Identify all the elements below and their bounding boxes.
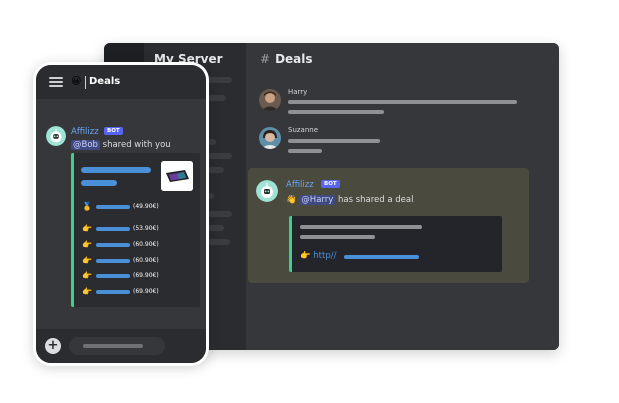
deal-embed: 👉 http// — [289, 216, 502, 272]
hamburger-menu-icon[interactable] — [49, 77, 63, 87]
phone-screen: 😀 Deals Affilizz BOT @Bob shared with yo… — [36, 65, 206, 363]
channel-name: Deals — [275, 52, 313, 66]
pointing-hand-icon: 👉 — [300, 251, 311, 261]
wave-icon: 👋 — [286, 195, 297, 205]
phone-header: 😀 Deals — [36, 65, 206, 99]
medal-icon: 🥇 — [82, 202, 92, 211]
pointing-hand-icon: 👉 — [82, 240, 92, 249]
embed-text-placeholder — [300, 225, 422, 229]
phone-frame: 😀 Deals Affilizz BOT @Bob shared with yo… — [33, 62, 209, 366]
deal-price: (69.90€) — [133, 272, 159, 279]
bot-message-text: 👋 @Harry has shared a deal — [286, 195, 413, 205]
pointing-hand-icon: 👉 — [82, 271, 92, 280]
suzanne-avatar[interactable] — [259, 127, 281, 149]
add-attachment-button[interactable]: + — [45, 338, 61, 354]
deal-title-placeholder[interactable] — [81, 180, 117, 186]
deal-row[interactable]: 👉 (53.90€) — [82, 223, 202, 235]
bot-badge: BOT — [104, 127, 123, 135]
embed-text-placeholder — [300, 235, 375, 239]
deal-name-placeholder[interactable] — [96, 243, 130, 247]
phone-footer: + — [36, 329, 206, 363]
deal-price: (69.90€) — [133, 288, 159, 295]
pointing-hand-icon: 👉 — [82, 224, 92, 233]
deal-name-placeholder[interactable] — [96, 205, 130, 209]
user-mention[interactable]: @Bob — [71, 140, 100, 150]
deal-price: (60.90€) — [133, 241, 159, 248]
deal-name-placeholder[interactable] — [96, 227, 130, 231]
channel-title: # Deals — [260, 52, 313, 66]
deal-name-placeholder[interactable] — [96, 274, 130, 278]
deal-row[interactable]: 👉 (69.90€) — [82, 286, 202, 298]
message-body: shared with you — [102, 140, 171, 150]
product-thumbnail[interactable] — [161, 161, 193, 191]
phone-channel-title: Deals — [89, 76, 121, 87]
chat-area: # Deals Harry Suzanne Affilizz BOT 👋 @Ha… — [246, 43, 559, 350]
deal-row[interactable]: 🥇 (49.90€) — [82, 201, 202, 213]
deal-price: (49.90€) — [133, 203, 159, 210]
deal-price: (53.90€) — [133, 225, 159, 232]
harry-avatar[interactable] — [259, 89, 281, 111]
deal-link[interactable]: http// — [313, 251, 336, 261]
deal-row[interactable]: 👉 (60.90€) — [82, 239, 202, 251]
user-mention[interactable]: @Harry — [299, 195, 336, 205]
deal-title-placeholder[interactable] — [81, 167, 151, 173]
message-text-placeholder — [288, 139, 380, 143]
pointing-hand-icon: 👉 — [82, 287, 92, 296]
message-text-placeholder — [288, 100, 517, 104]
deal-name-placeholder[interactable] — [96, 259, 130, 263]
message-input[interactable] — [69, 337, 165, 355]
hash-icon: # — [260, 52, 271, 66]
bot-author-name[interactable]: Affilizz — [71, 127, 99, 137]
header-divider — [85, 76, 86, 89]
deal-price: (60.90€) — [133, 257, 159, 264]
bot-message-highlight: Affilizz BOT 👋 @Harry has shared a deal … — [248, 168, 529, 283]
message-text-placeholder — [288, 110, 384, 114]
message-author[interactable]: Suzanne — [288, 126, 318, 134]
deal-link-placeholder[interactable] — [344, 255, 419, 259]
pointing-hand-icon: 👉 — [82, 256, 92, 265]
message-body: has shared a deal — [337, 195, 414, 205]
deal-row[interactable]: 👉 (60.90€) — [82, 255, 202, 267]
deal-row[interactable]: 👉 (69.90€) — [82, 270, 202, 282]
bot-badge: BOT — [321, 180, 340, 188]
input-placeholder — [83, 344, 143, 348]
bot-message-text: @Bob shared with you — [71, 140, 171, 150]
deal-name-placeholder[interactable] — [96, 290, 130, 294]
embed-link-row[interactable]: 👉 http// — [300, 251, 336, 261]
deal-embed: 🥇 (49.90€) 👉 (53.90€) 👉 (60.90€) 👉 (60.9… — [71, 153, 200, 307]
affilizz-bot-avatar[interactable] — [256, 180, 278, 202]
message-author[interactable]: Harry — [288, 88, 307, 96]
affilizz-bot-avatar[interactable] — [46, 126, 66, 146]
channel-emoji-icon: 😀 — [71, 76, 82, 87]
bot-author-name[interactable]: Affilizz — [286, 180, 314, 190]
message-text-placeholder — [288, 149, 322, 153]
